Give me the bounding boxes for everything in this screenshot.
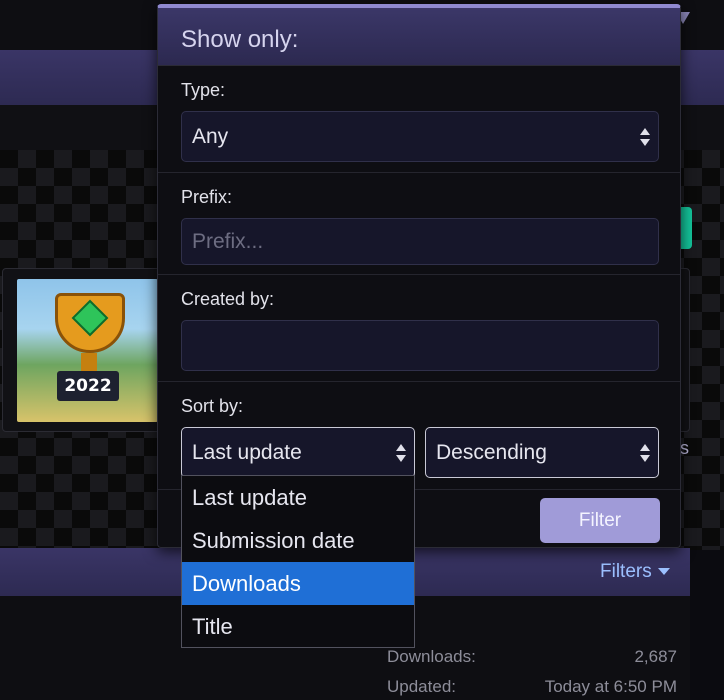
sort-field-select[interactable]: Last update xyxy=(181,427,415,478)
filters-toggle[interactable]: Filters xyxy=(600,561,670,583)
created-by-section: Created by: xyxy=(158,275,680,382)
filter-button[interactable]: Filter xyxy=(540,498,660,543)
dropdown-option[interactable]: Last update xyxy=(182,476,414,519)
type-label: Type: xyxy=(181,80,226,100)
sort-order-value: Descending xyxy=(436,440,547,464)
resource-thumbnail[interactable]: 2022 xyxy=(17,279,158,422)
dropdown-option-highlighted[interactable]: Downloads xyxy=(182,562,414,605)
caret-down-icon xyxy=(657,568,670,576)
updated-label: Updated: xyxy=(387,677,456,696)
select-arrows-icon xyxy=(396,443,406,462)
select-arrows-icon xyxy=(640,127,650,146)
type-value: Any xyxy=(192,124,229,148)
type-section: Type: Any xyxy=(158,66,680,173)
prefix-section: Prefix: Prefix... xyxy=(158,173,680,275)
dropdown-option[interactable]: Submission date xyxy=(182,519,414,562)
year-badge: 2022 xyxy=(57,371,119,401)
prefix-input[interactable]: Prefix... xyxy=(181,218,659,265)
filters-label: Filters xyxy=(600,561,652,582)
downloads-value: 2,687 xyxy=(634,647,677,666)
sort-field-value: Last update xyxy=(192,440,302,464)
partial-text: s xyxy=(680,438,689,458)
created-by-input[interactable] xyxy=(181,320,659,371)
filter-popup: Show only: Type: Any Prefix: Prefix... C… xyxy=(157,4,681,548)
sort-field-dropdown: Last update Submission date Downloads Ti… xyxy=(181,475,415,648)
prefix-label: Prefix: xyxy=(181,187,233,207)
created-by-label: Created by: xyxy=(181,289,275,309)
sort-order-select[interactable]: Descending xyxy=(425,427,659,478)
updated-value: Today at 6:50 PM xyxy=(544,677,677,696)
popup-title: Show only: xyxy=(158,8,680,66)
sort-label: Sort by: xyxy=(181,396,244,416)
select-arrows-icon xyxy=(640,443,650,462)
sort-section: Sort by: Last update Descending xyxy=(158,382,680,490)
dropdown-option[interactable]: Title xyxy=(182,605,414,648)
type-select[interactable]: Any xyxy=(181,111,659,162)
downloads-label: Downloads: xyxy=(387,647,476,666)
trophy-stem xyxy=(81,353,97,371)
